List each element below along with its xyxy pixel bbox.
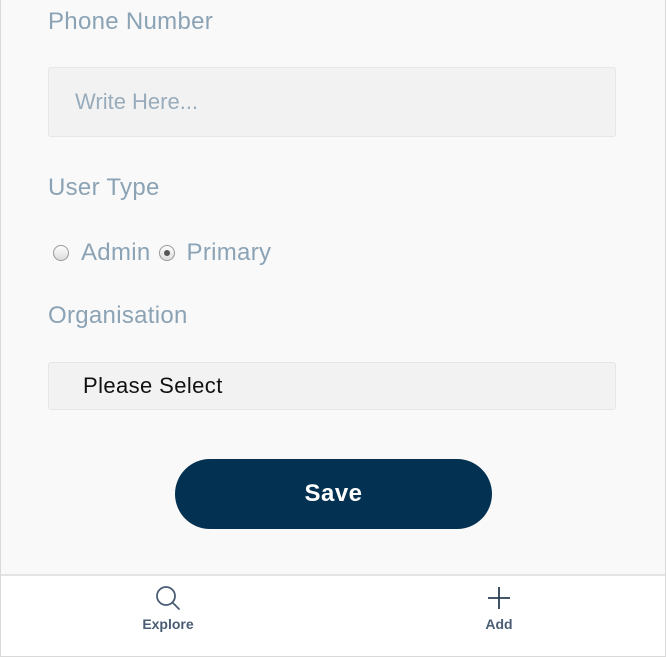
phone-number-field[interactable]	[48, 67, 616, 137]
organisation-select-value: Please Select	[83, 373, 223, 398]
phone-number-input[interactable]	[49, 68, 615, 136]
organisation-select[interactable]: Please Select	[48, 362, 616, 410]
admin-radio[interactable]	[53, 245, 69, 261]
organisation-label: Organisation	[48, 302, 188, 329]
tab-add[interactable]: Add	[449, 584, 549, 632]
primary-radio[interactable]	[158, 245, 175, 261]
user-type-radio-group: Admin Primary	[53, 236, 279, 270]
app-frame: Phone Number User Type Admin Primary Org…	[0, 0, 666, 657]
plus-icon	[485, 584, 513, 612]
tab-explore[interactable]: Explore	[118, 584, 218, 632]
user-form: Phone Number User Type Admin Primary Org…	[1, 0, 665, 574]
admin-radio-label: Admin	[81, 239, 151, 266]
tab-explore-label: Explore	[142, 616, 194, 632]
bottom-tab-bar: Explore Add	[1, 574, 665, 656]
search-icon	[154, 584, 182, 612]
primary-radio-label: Primary	[186, 239, 272, 266]
phone-number-label: Phone Number	[48, 8, 214, 35]
user-type-primary-option[interactable]: Primary	[158, 239, 272, 267]
user-type-admin-option[interactable]: Admin	[53, 239, 151, 267]
save-button[interactable]: Save	[175, 459, 492, 529]
tab-add-label: Add	[485, 616, 513, 632]
user-type-label: User Type	[48, 174, 160, 201]
